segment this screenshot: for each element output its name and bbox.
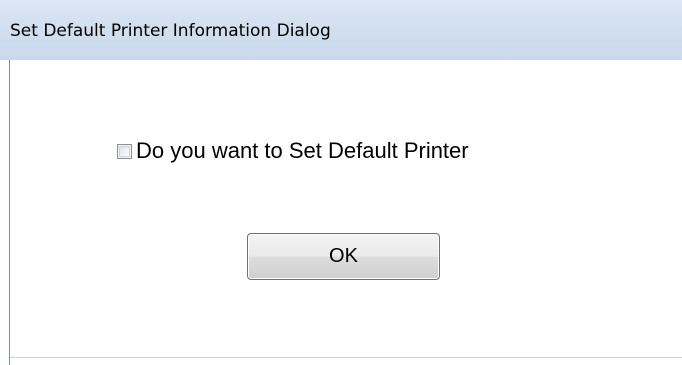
window-title: Set Default Printer Information Dialog	[10, 21, 331, 41]
set-default-printer-checkbox[interactable]	[117, 143, 132, 159]
dialog-body: Do you want to Set Default Printer OK	[9, 60, 682, 365]
title-bar[interactable]: Set Default Printer Information Dialog	[0, 0, 682, 60]
set-default-printer-label[interactable]: Do you want to Set Default Printer	[136, 138, 469, 164]
ok-button[interactable]: OK	[247, 233, 440, 280]
dialog-window: Set Default Printer Information Dialog D…	[0, 0, 682, 365]
bottom-border	[10, 357, 682, 358]
set-default-printer-option[interactable]: Do you want to Set Default Printer	[117, 138, 469, 164]
